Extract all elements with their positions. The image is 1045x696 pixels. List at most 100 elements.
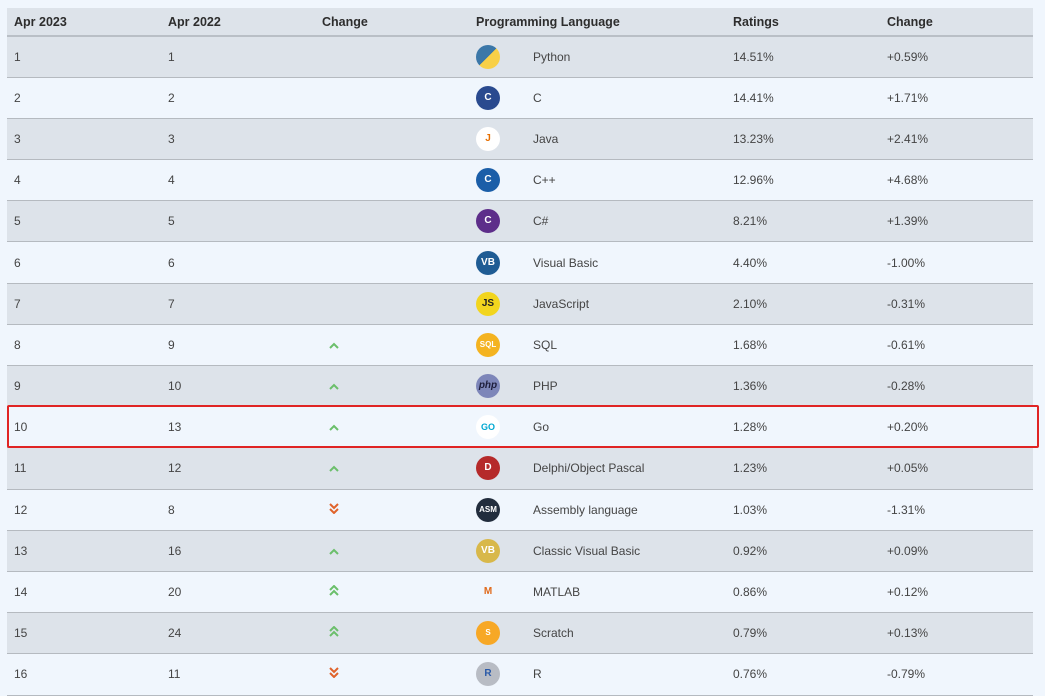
table-row: 6 6 VB Visual Basic 4.40% -1.00% [7, 241, 1033, 284]
language-name[interactable]: Assembly language [533, 503, 638, 517]
rating-change-value: +2.41% [880, 118, 1033, 161]
rank-apr-2023: 6 [7, 241, 161, 284]
rank-apr-2022: 12 [161, 447, 315, 490]
rank-apr-2023: 12 [7, 489, 161, 531]
rank-apr-2023: 7 [7, 283, 161, 325]
javascript-icon: JS [476, 291, 500, 316]
language-cell: ASM Assembly language [469, 489, 726, 531]
rank-change-cell [315, 283, 469, 325]
rank-change-cell [315, 36, 469, 78]
rank-apr-2022: 20 [161, 571, 315, 614]
delphi-icon: D [476, 456, 500, 481]
rank-change-cell [315, 571, 469, 614]
language-cell: C C# [469, 200, 726, 243]
ranking-table-container: Apr 2023 Apr 2022 Change Programming Lan… [7, 8, 1039, 696]
rating-change-value: +0.12% [880, 571, 1033, 614]
rank-apr-2022: 7 [161, 283, 315, 325]
language-name[interactable]: JavaScript [533, 297, 589, 311]
rating-change-value: +0.20% [880, 406, 1033, 449]
language-cell: RR [469, 653, 726, 696]
language-cell: php PHP [469, 365, 726, 408]
language-name[interactable]: MATLAB [533, 585, 580, 599]
rating-change-value: +0.09% [880, 530, 1033, 572]
php-icon: php [476, 374, 500, 399]
header-programming-language[interactable]: Programming Language [469, 8, 726, 37]
language-cell: CC [469, 77, 726, 119]
language-name[interactable]: C# [533, 214, 548, 228]
r-icon: R [476, 662, 500, 687]
rank-apr-2023: 14 [7, 571, 161, 614]
language-cell: J Java [469, 118, 726, 161]
rank-apr-2023: 5 [7, 200, 161, 243]
language-cell: VB Visual Basic [469, 241, 726, 284]
table-row: 5 5 C C# 8.21% +1.39% [7, 200, 1033, 243]
rank-apr-2022: 9 [161, 324, 315, 367]
language-name[interactable]: Python [533, 50, 570, 64]
table-row: 15 24 S Scratch 0.79% +0.13% [7, 612, 1033, 655]
header-ratings[interactable]: Ratings [726, 8, 880, 37]
rating-value: 8.21% [726, 200, 880, 243]
rating-change-value: -0.61% [880, 324, 1033, 367]
language-name[interactable]: Visual Basic [533, 256, 598, 270]
language-name[interactable]: Delphi/Object Pascal [533, 461, 644, 475]
header-rank-change[interactable]: Change [315, 8, 469, 37]
rank-apr-2022: 10 [161, 365, 315, 408]
table-row: 7 7 JS JavaScript 2.10% -0.31% [7, 283, 1033, 325]
rating-value: 1.28% [726, 406, 880, 449]
rank-apr-2022: 1 [161, 36, 315, 78]
rank-apr-2022: 5 [161, 200, 315, 243]
c-icon: C [476, 85, 500, 110]
table-row: 1 1 Python 14.51% +0.59% [7, 36, 1033, 78]
rank-down-arrow-icon [329, 502, 339, 517]
rating-change-value: -0.31% [880, 283, 1033, 325]
language-name[interactable]: SQL [533, 338, 557, 352]
rank-apr-2023: 16 [7, 653, 161, 696]
rank-down-arrow-icon [329, 667, 339, 681]
rating-value: 0.76% [726, 653, 880, 696]
rank-change-cell [315, 530, 469, 572]
rank-apr-2023: 10 [7, 406, 161, 449]
python-icon [476, 44, 500, 69]
rank-change-cell [315, 77, 469, 119]
java-icon: J [476, 126, 500, 151]
rank-apr-2023: 1 [7, 36, 161, 78]
language-name[interactable]: Go [533, 420, 549, 434]
rank-apr-2022: 24 [161, 612, 315, 655]
language-name[interactable]: PHP [533, 379, 558, 393]
language-name[interactable]: C [533, 91, 542, 105]
tiobe-ranking-table: Apr 2023 Apr 2022 Change Programming Lan… [7, 8, 1033, 696]
table-row: 2 2 CC 14.41% +1.71% [7, 77, 1033, 119]
rank-change-cell [315, 200, 469, 243]
rating-change-value: +1.39% [880, 200, 1033, 243]
table-row: 9 10 php PHP 1.36% -0.28% [7, 365, 1033, 408]
table-row: 16 11 RR 0.76% -0.79% [7, 653, 1033, 696]
rank-change-cell [315, 241, 469, 284]
rank-apr-2023: 8 [7, 324, 161, 367]
table-header-row: Apr 2023 Apr 2022 Change Programming Lan… [7, 8, 1033, 37]
header-apr-2023[interactable]: Apr 2023 [7, 8, 161, 37]
language-name[interactable]: C++ [533, 173, 556, 187]
visual-basic-icon: VB [476, 250, 500, 275]
rank-change-cell [315, 324, 469, 367]
header-apr-2022[interactable]: Apr 2022 [161, 8, 315, 37]
rank-up-arrow-icon [329, 381, 339, 393]
rating-value: 0.79% [726, 612, 880, 655]
language-cell: M MATLAB [469, 571, 726, 614]
sql-icon: SQL [476, 332, 500, 357]
language-name[interactable]: R [533, 667, 542, 681]
rank-apr-2022: 8 [161, 489, 315, 531]
rank-apr-2022: 4 [161, 159, 315, 202]
cpp-icon: C [476, 168, 500, 193]
rating-value: 1.68% [726, 324, 880, 367]
csharp-icon: C [476, 209, 500, 234]
language-name[interactable]: Classic Visual Basic [533, 544, 640, 558]
header-ratings-change[interactable]: Change [880, 8, 1033, 37]
rank-change-cell [315, 118, 469, 161]
language-name[interactable]: Scratch [533, 626, 574, 640]
rating-value: 4.40% [726, 241, 880, 284]
rank-apr-2023: 4 [7, 159, 161, 202]
rating-change-value: -1.00% [880, 241, 1033, 284]
rating-change-value: +4.68% [880, 159, 1033, 202]
rating-value: 0.92% [726, 530, 880, 572]
language-name[interactable]: Java [533, 132, 558, 146]
